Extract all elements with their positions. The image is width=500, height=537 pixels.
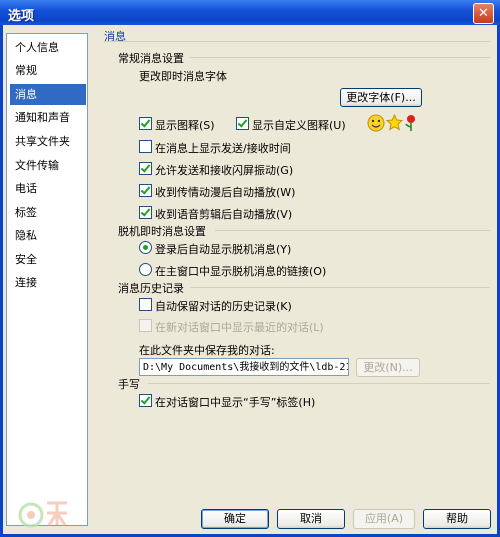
rose-icon (405, 115, 415, 131)
save-folder-label: 在此文件夹中保存我的对话: (139, 344, 275, 357)
sidebar-item-general[interactable]: 常规 (10, 60, 86, 81)
ok-button[interactable]: 确定 (201, 509, 269, 529)
allow-nudge-checkbox[interactable] (139, 162, 152, 175)
show-send-time-checkbox[interactable] (139, 140, 152, 153)
cancel-button[interactable]: 取消 (277, 509, 345, 529)
show-recent-conversation-label: 在新对话窗口中显示最近的对话(L) (155, 321, 324, 334)
show-offline-after-login-radio[interactable] (139, 241, 152, 254)
auto-play-winks-checkbox[interactable] (139, 184, 152, 197)
show-custom-emoticons-label: 显示自定义图释(U) (252, 119, 346, 132)
sidebar-item-tabs[interactable]: 标签 (10, 202, 86, 223)
show-offline-link-radio[interactable] (139, 263, 152, 276)
change-folder-button[interactable]: 更改(N)... (356, 358, 420, 377)
sidebar-item-security[interactable]: 安全 (10, 249, 86, 270)
show-emoticons-label: 显示图释(S) (155, 119, 215, 132)
group-divider-offline (215, 230, 490, 231)
show-emoticons-checkbox[interactable] (139, 117, 152, 130)
show-send-time-label: 在消息上显示发送/接收时间 (155, 142, 291, 155)
title-bar: 选项 ✕ (0, 0, 500, 26)
apply-button[interactable]: 应用(A) (353, 509, 415, 529)
group-title-handwriting: 手写 (118, 378, 140, 391)
auto-play-winks-label: 收到传情动漫后自动播放(W) (155, 186, 296, 199)
star-icon (386, 114, 403, 131)
tianji-logo-watermark-icon (18, 501, 67, 528)
auto-save-history-label: 自动保留对话的历史记录(K) (155, 300, 292, 313)
group-divider-general (190, 57, 490, 58)
group-title-general: 常规消息设置 (118, 52, 184, 65)
sidebar-item-file-transfer[interactable]: 文件传输 (10, 155, 86, 176)
sidebar-item-sharing-folders[interactable]: 共享文件夹 (10, 131, 86, 152)
panel-divider (104, 41, 490, 42)
auto-play-voice-checkbox[interactable] (139, 206, 152, 219)
change-font-label: 更改即时消息字体 (139, 70, 227, 83)
show-custom-emoticons-checkbox[interactable] (236, 117, 249, 130)
group-divider-history (190, 287, 490, 288)
show-recent-conversation-checkbox[interactable] (139, 319, 152, 332)
group-divider-handwriting (148, 383, 490, 384)
show-handwriting-tab-checkbox[interactable] (139, 394, 152, 407)
change-font-button[interactable]: 更改字体(F)... (340, 88, 422, 107)
sidebar-item-phone[interactable]: 电话 (10, 178, 86, 199)
smiley-icon (367, 114, 385, 132)
sidebar-item-messages[interactable]: 消息 (10, 84, 86, 105)
show-offline-link-label: 在主窗口中显示脱机消息的链接(O) (155, 265, 327, 278)
sidebar-item-alerts-sounds[interactable]: 通知和声音 (10, 107, 86, 128)
show-offline-after-login-label: 登录后自动显示脱机消息(Y) (155, 243, 292, 256)
group-title-offline: 脱机即时消息设置 (118, 225, 206, 238)
window-title: 选项 (8, 9, 35, 24)
help-button[interactable]: 帮助 (423, 509, 491, 529)
group-title-history: 消息历史记录 (118, 282, 184, 295)
sidebar-item-profile[interactable]: 个人信息 (10, 37, 86, 58)
auto-save-history-checkbox[interactable] (139, 298, 152, 311)
close-button[interactable]: ✕ (473, 3, 494, 24)
allow-nudge-label: 允许发送和接收闪屏振动(G) (155, 164, 294, 177)
show-handwriting-tab-label: 在对话窗口中显示“手写”标签(H) (155, 396, 316, 409)
auto-play-voice-label: 收到语音剪辑后自动播放(V) (155, 208, 293, 221)
sidebar-item-privacy[interactable]: 隐私 (10, 225, 86, 246)
sidebar: 个人信息 常规 消息 通知和声音 共享文件夹 文件传输 电话 标签 隐私 安全 … (6, 33, 88, 528)
sidebar-item-connection[interactable]: 连接 (10, 272, 86, 293)
save-folder-path-field[interactable]: D:\My Documents\我接收到的文件\ldb-21 (139, 358, 349, 376)
